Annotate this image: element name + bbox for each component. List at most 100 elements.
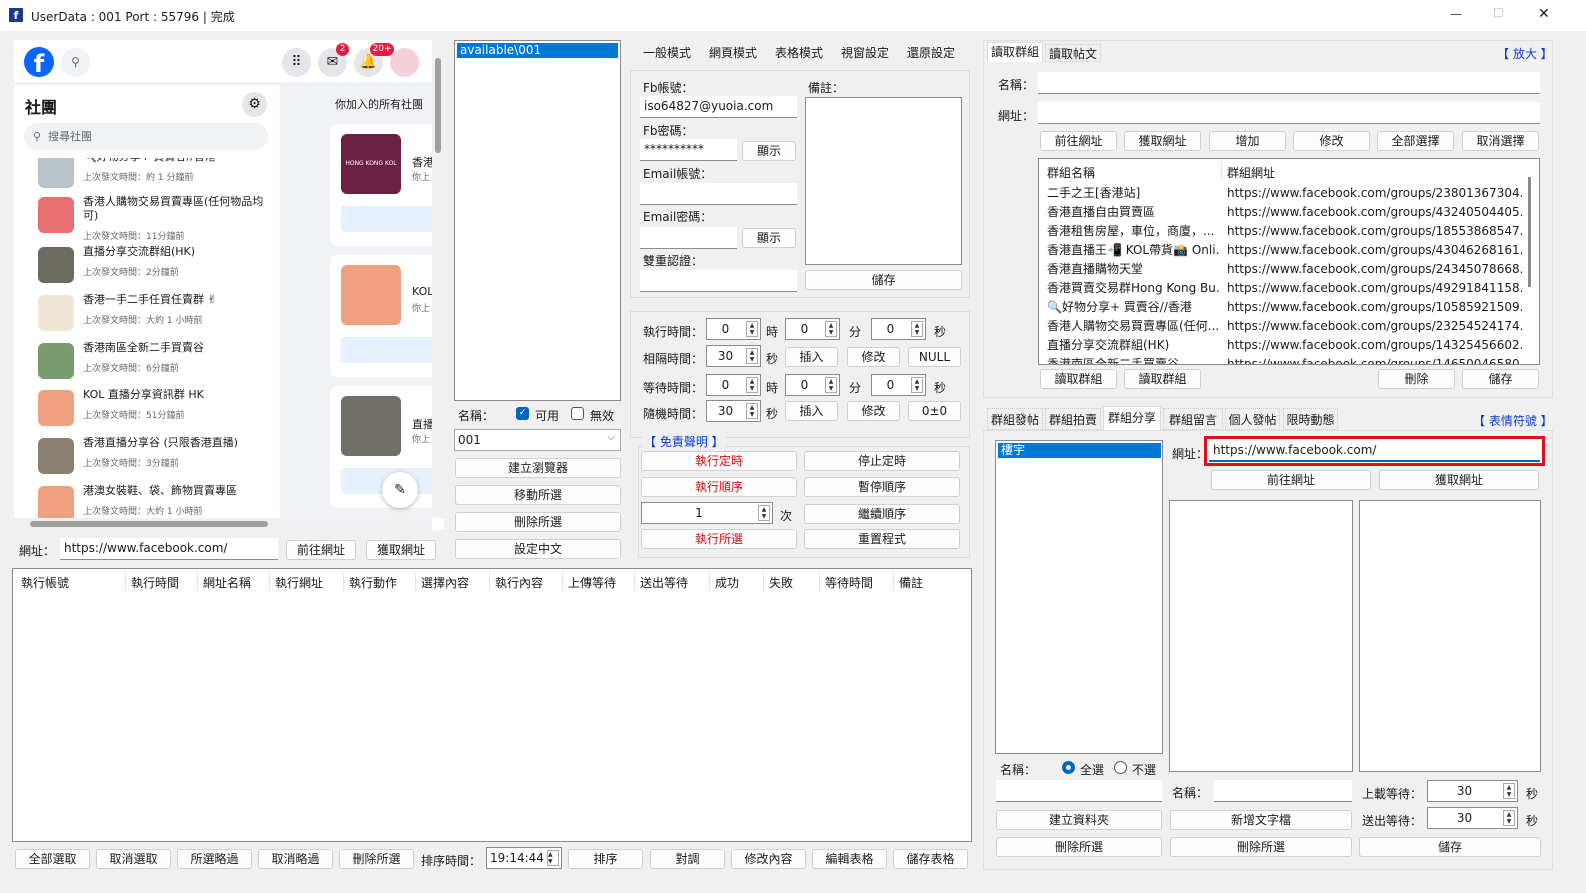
share-tab[interactable]: 群組分享 [1103, 406, 1161, 430]
read-groups-button-2[interactable]: 讀取群組 [1124, 369, 1201, 389]
file-name-input[interactable] [1214, 780, 1352, 802]
group-list-item[interactable]: 🔍好物分享+ 買賣谷//香港上次發文時間：約 1 分鐘前 [38, 158, 274, 196]
twofa-input[interactable] [640, 270, 797, 292]
group-table-row[interactable]: 🔍好物分享+ 買賣谷//香港 https://www.facebook.com/g… [1039, 298, 1529, 317]
sort-time-spinner[interactable]: 19:14:44 ▲ ▼ [486, 847, 562, 869]
group-table-row[interactable]: 直播分享交流群組(HK) https://www.facebook.com/gro… [1039, 336, 1529, 355]
modify-random-button[interactable]: 修改 [847, 401, 900, 421]
bottom-action-button[interactable]: 全部選取 [15, 849, 90, 869]
table-column-header[interactable]: 執行動作 [349, 574, 397, 591]
interval-spinner[interactable]: 30 ▲ ▼ [706, 345, 761, 367]
horizontal-scrollbar[interactable] [14, 518, 432, 530]
facebook-logo-icon[interactable]: f [24, 47, 54, 78]
group-list-item[interactable]: 港澳女裝鞋、袋、飾物買賣專區 上次發文時間：大約 1 小時前 [38, 484, 274, 520]
file-list[interactable] [1169, 500, 1353, 772]
group-list-item[interactable]: 香港南區全新二手買賣谷 上次發文時間：6分鐘前 [38, 341, 274, 387]
bottom-action-button[interactable]: 排序 [568, 849, 643, 869]
group-list-item[interactable]: 香港直播分享谷 (只限香港直播) 上次發文時間：3分鐘前 [38, 436, 274, 482]
run-timer-button[interactable]: 執行定時 [641, 451, 797, 471]
plus-minus-button[interactable]: 0±0 [908, 401, 961, 421]
fb-password-input[interactable]: ********** [640, 139, 737, 161]
set-chinese-button[interactable]: 設定中文 [455, 539, 621, 559]
delete-folder-button[interactable]: 刪除所選 [996, 837, 1162, 857]
browser-list[interactable]: available\001 [454, 40, 621, 401]
share-tab[interactable]: 限時動態 [1283, 408, 1338, 430]
new-text-file-button[interactable]: 新增文字檔 [1170, 810, 1352, 830]
select-all-radio[interactable] [1062, 761, 1075, 774]
browser-view[interactable]: f ⚲ ⠿ ✉ 2 🔔 20+ 社團 ⚙ ⚲ 搜尋社團 🔍好物分享+ 買賣谷//香… [14, 40, 444, 530]
group-list-item[interactable]: 香港一手二手任買任賣群 ✌ 上次發文時間：大約 1 小時前 [38, 293, 274, 339]
table-column-header[interactable]: 備註 [899, 574, 923, 591]
folder-name-input[interactable] [996, 780, 1162, 802]
times-spinner[interactable]: 1 ▲ ▼ [641, 502, 773, 524]
browser-list-item[interactable]: available\001 [457, 43, 618, 58]
settings-gear-icon[interactable]: ⚙ [242, 92, 267, 117]
email-input[interactable] [640, 183, 797, 205]
create-browser-button[interactable]: 建立瀏覽器 [455, 458, 621, 478]
run-selected-button[interactable]: 執行所選 [641, 529, 797, 549]
disclaimer-link[interactable]: 【 免責聲明 】 [642, 433, 726, 450]
get-url-button[interactable]: 獲取網址 [366, 540, 436, 560]
wait-hour-spinner[interactable]: 0 ▲ ▼ [706, 374, 761, 396]
new-post-icon[interactable]: ✎ [382, 472, 418, 508]
save-share-button[interactable]: 儲存 [1359, 837, 1541, 857]
group-action-button[interactable]: 取消選擇 [1462, 131, 1539, 151]
group-list-item[interactable]: 香港人購物交易買賣專區(任何物品均可) 上次發文時間：11分鐘前 [38, 195, 274, 242]
delete-file-button[interactable]: 刪除所選 [1170, 837, 1352, 857]
group-name-input[interactable] [1038, 72, 1540, 94]
move-selected-button[interactable]: 移動所選 [455, 485, 621, 505]
group-action-button[interactable]: 修改 [1293, 131, 1370, 151]
share-tab[interactable]: 群組拍賣 [1045, 408, 1101, 430]
save-account-button[interactable]: 儲存 [805, 270, 962, 290]
group-action-button[interactable]: 前往網址 [1040, 131, 1117, 151]
table-column-header[interactable]: 上傳等待 [568, 574, 616, 591]
table-column-header[interactable]: 選擇內容 [421, 574, 469, 591]
mode-tab[interactable]: 網頁模式 [709, 44, 757, 61]
group-table-row[interactable]: 香港直播王📲 KOL帶貨📸 Onli... https://www.faceboo… [1039, 241, 1529, 260]
join-button-placeholder[interactable] [341, 206, 440, 232]
bottom-action-button[interactable]: 刪除所選 [339, 849, 414, 869]
groups-table[interactable]: 群組名稱 群組網址 二手之王[香港站] https://www.facebook.… [1038, 158, 1540, 365]
table-column-header[interactable]: 失敗 [769, 574, 793, 591]
search-icon[interactable]: ⚲ [61, 48, 90, 77]
select-none-radio[interactable] [1114, 761, 1127, 774]
create-folder-button[interactable]: 建立資料夾 [996, 810, 1162, 830]
tab-read-posts[interactable]: 讀取帖文 [1045, 44, 1101, 62]
group-search-input[interactable]: ⚲ 搜尋社團 [24, 123, 268, 150]
email-password-input[interactable] [640, 227, 737, 249]
share-url-input[interactable]: https://www.facebook.com/ [1209, 440, 1540, 462]
group-table-row[interactable]: 香港直播購物天堂 https://www.facebook.com/groups/… [1039, 260, 1529, 279]
join-button-placeholder[interactable] [341, 337, 440, 363]
group-url-input[interactable] [1038, 102, 1540, 124]
read-groups-button-1[interactable]: 讀取群組 [1040, 369, 1117, 389]
send-wait-spinner[interactable]: 30 ▲ ▼ [1427, 807, 1518, 829]
share-get-url-button[interactable]: 獲取網址 [1379, 470, 1539, 490]
url-input[interactable]: https://www.facebook.com/ [60, 538, 278, 560]
browser-combo[interactable]: 001 ⌵ [454, 429, 621, 451]
save-groups-button[interactable]: 儲存 [1462, 369, 1539, 389]
group-list-item[interactable]: 直播分享交流群組(HK) 上次發文時間：2分鐘前 [38, 245, 274, 291]
table-column-header[interactable]: 執行帳號 [21, 574, 69, 591]
menu-grid-icon[interactable]: ⠿ [282, 48, 311, 77]
group-table-row[interactable]: 二手之王[香港站] https://www.facebook.com/groups… [1039, 184, 1529, 203]
table-column-header[interactable]: 執行網址 [275, 574, 323, 591]
reset-program-button[interactable]: 重置程式 [804, 529, 960, 549]
group-list-item[interactable]: KOL 直播分享資訊群 HK 上次發文時間：51分鐘前 [38, 388, 274, 434]
table-column-header[interactable]: 等待時間 [825, 574, 873, 591]
modify-interval-button[interactable]: 修改 [847, 347, 900, 367]
maximize-button[interactable]: ☐ [1493, 6, 1504, 20]
null-button[interactable]: NULL [908, 347, 961, 367]
minimize-button[interactable]: — [1450, 7, 1462, 21]
table-column-header[interactable]: 執行內容 [495, 574, 543, 591]
tab-read-groups[interactable]: 讀取群組 [987, 42, 1043, 62]
group-action-button[interactable]: 全部選擇 [1377, 131, 1454, 151]
stop-timer-button[interactable]: 停止定時 [804, 451, 960, 471]
exec-minute-spinner[interactable]: 0 ▲ ▼ [785, 318, 840, 340]
pause-order-button[interactable]: 暫停順序 [804, 477, 960, 497]
close-button[interactable]: ✕ [1538, 6, 1550, 22]
delete-group-button[interactable]: 刪除 [1378, 369, 1455, 389]
share-go-url-button[interactable]: 前往網址 [1211, 470, 1371, 490]
run-order-button[interactable]: 執行順序 [641, 477, 797, 497]
group-table-row[interactable]: 香港租售房屋，車位，商廈，... https://www.facebook.com… [1039, 222, 1529, 241]
emoji-link[interactable]: 【 表情符號 】 [1473, 412, 1553, 429]
